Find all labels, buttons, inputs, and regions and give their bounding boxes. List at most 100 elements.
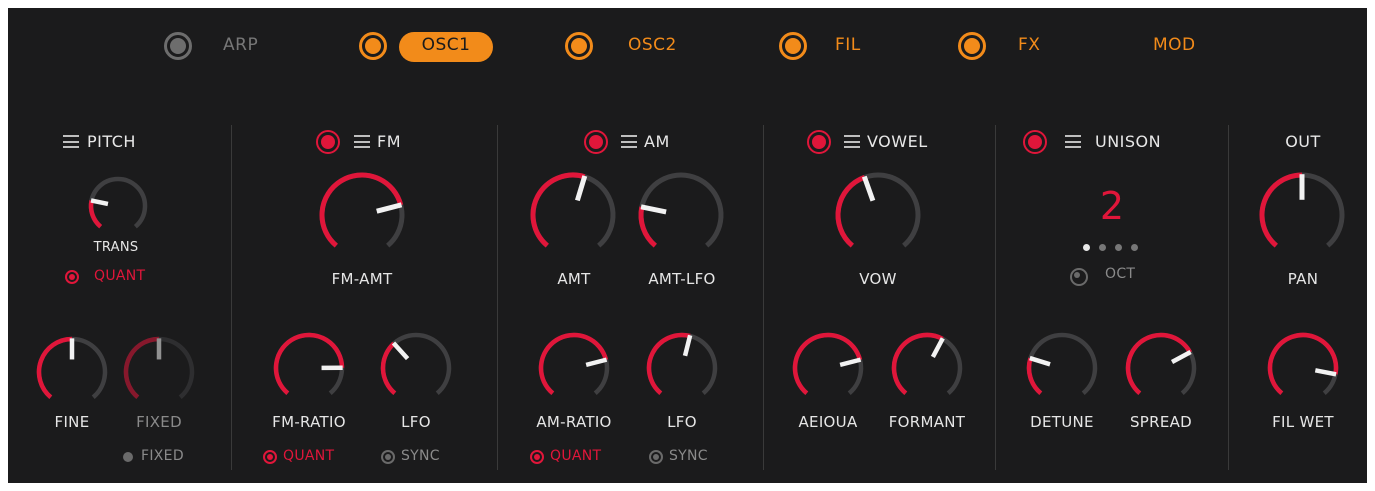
- pitch-menu-icon[interactable]: [63, 135, 79, 148]
- knob-indicator: [682, 334, 693, 357]
- knob-indicator: [1170, 350, 1192, 365]
- osc1-power-icon[interactable]: [359, 32, 387, 60]
- am-quant-label: QUANT: [550, 448, 602, 464]
- unison-voice-dot: [1083, 244, 1090, 251]
- am-menu-icon[interactable]: [621, 135, 637, 148]
- amt-knob[interactable]: [528, 170, 618, 260]
- unison-voices-value[interactable]: 2: [1100, 184, 1124, 228]
- pan-knob-graphic: [1259, 172, 1345, 248]
- detune-knob[interactable]: [1025, 331, 1099, 405]
- oct-label: OCT: [1105, 266, 1136, 282]
- section-divider: [763, 125, 764, 470]
- fixed-toggle-label: FIXED: [141, 448, 184, 464]
- fm-menu-icon[interactable]: [354, 135, 370, 148]
- fm-lfo-label: LFO: [401, 413, 431, 431]
- arp-power-icon[interactable]: [164, 32, 192, 60]
- knob-indicator: [585, 357, 608, 368]
- spread-knob[interactable]: [1124, 331, 1198, 405]
- am-power-icon[interactable]: [584, 130, 608, 154]
- knob-value-arc: [530, 172, 586, 248]
- knob-value-arc: [88, 200, 103, 229]
- am-sync-toggle[interactable]: [649, 450, 663, 464]
- fm-amt-knob[interactable]: [317, 170, 407, 260]
- fixed-knob[interactable]: [122, 335, 196, 409]
- knob-indicator: [574, 175, 588, 202]
- trans-knob-graphic: [88, 176, 148, 229]
- tab-osc1-label: OSC1: [421, 35, 471, 55]
- knob-value-arc: [36, 336, 73, 400]
- fx-power-icon[interactable]: [958, 32, 986, 60]
- fm-ratio-label: FM-RATIO: [272, 413, 346, 431]
- fm-power-icon[interactable]: [316, 130, 340, 154]
- spread-label: SPREAD: [1129, 413, 1193, 431]
- amt-lfo-knob[interactable]: [636, 170, 726, 260]
- pitch-title: PITCH: [87, 132, 136, 151]
- fixed-toggle[interactable]: [123, 452, 133, 462]
- knob-value-arc: [891, 332, 944, 396]
- fixed-knob-graphic: [123, 336, 195, 400]
- pitch-quant-label: QUANT: [94, 268, 146, 284]
- vowel-title: VOWEL: [867, 132, 928, 151]
- pitch-quant-toggle[interactable]: [65, 270, 79, 284]
- pan-knob[interactable]: [1257, 170, 1347, 260]
- fm-sync-label: SYNC: [401, 448, 440, 464]
- fine-knob[interactable]: [35, 335, 109, 409]
- tab-osc2[interactable]: OSC2: [628, 35, 677, 55]
- unison-menu-icon[interactable]: [1065, 135, 1081, 148]
- unison-title: UNISON: [1095, 132, 1162, 151]
- unison-power-icon[interactable]: [1023, 130, 1047, 154]
- amt-label: AMT: [557, 270, 591, 288]
- detune-label: DETUNE: [1030, 413, 1094, 431]
- section-divider: [231, 125, 232, 470]
- osc1-panel: ARP OSC1 OSC2 FIL FX MOD PITCH TRANS QUA…: [8, 8, 1367, 483]
- am-ratio-knob[interactable]: [537, 331, 611, 405]
- am-title: AM: [644, 132, 670, 151]
- osc2-power-icon[interactable]: [565, 32, 593, 60]
- section-divider: [995, 125, 996, 470]
- fil-wet-knob[interactable]: [1266, 331, 1340, 405]
- vowel-menu-icon[interactable]: [844, 135, 860, 148]
- fm-ratio-knob[interactable]: [272, 331, 346, 405]
- knob-value-arc: [646, 332, 691, 396]
- tab-osc1[interactable]: OSC1: [399, 32, 493, 62]
- knob-indicator: [1029, 355, 1051, 367]
- tab-fil[interactable]: FIL: [835, 35, 861, 55]
- fm-sync-toggle[interactable]: [381, 450, 395, 464]
- knob-value-arc: [1125, 332, 1193, 396]
- formant-label: FORMANT: [888, 413, 966, 431]
- tab-fx[interactable]: FX: [1018, 35, 1040, 55]
- fm-lfo-knob[interactable]: [379, 331, 453, 405]
- trans-knob[interactable]: [87, 175, 149, 237]
- unison-voice-dot: [1131, 244, 1138, 251]
- aeioua-label: AEIOUA: [798, 413, 858, 431]
- knob-indicator: [1314, 368, 1337, 377]
- knob-indicator: [376, 202, 403, 214]
- vowel-power-icon[interactable]: [807, 130, 831, 154]
- vow-knob-graphic: [835, 172, 921, 248]
- tab-mod[interactable]: MOD: [1153, 35, 1196, 55]
- knob-indicator: [839, 357, 862, 368]
- am-ratio-label: AM-RATIO: [536, 413, 612, 431]
- amt-lfo-label: AMT-LFO: [648, 270, 716, 288]
- aeioua-knob[interactable]: [791, 331, 865, 405]
- fm-quant-label: QUANT: [283, 448, 335, 464]
- formant-knob[interactable]: [890, 331, 964, 405]
- knob-indicator: [640, 204, 667, 215]
- amt-lfo-knob-graphic: [638, 172, 724, 248]
- am-lfo-knob[interactable]: [645, 331, 719, 405]
- tab-arp[interactable]: ARP: [223, 35, 258, 55]
- vow-knob[interactable]: [833, 170, 923, 260]
- fil-power-icon[interactable]: [779, 32, 807, 60]
- lfo-fm-knob-graphic: [380, 332, 452, 396]
- fixed-knob-label: FIXED: [136, 413, 182, 431]
- spread-knob-graphic: [1125, 332, 1197, 396]
- vow-label: VOW: [859, 270, 897, 288]
- fm-quant-toggle[interactable]: [263, 450, 277, 464]
- am-quant-toggle[interactable]: [530, 450, 544, 464]
- fil-wet-knob-graphic: [1267, 332, 1339, 396]
- knob-value-arc: [638, 206, 657, 248]
- oct-toggle[interactable]: [1070, 268, 1088, 286]
- am-sync-label: SYNC: [669, 448, 708, 464]
- knob-value-arc: [1259, 172, 1303, 248]
- pan-label: PAN: [1287, 270, 1319, 288]
